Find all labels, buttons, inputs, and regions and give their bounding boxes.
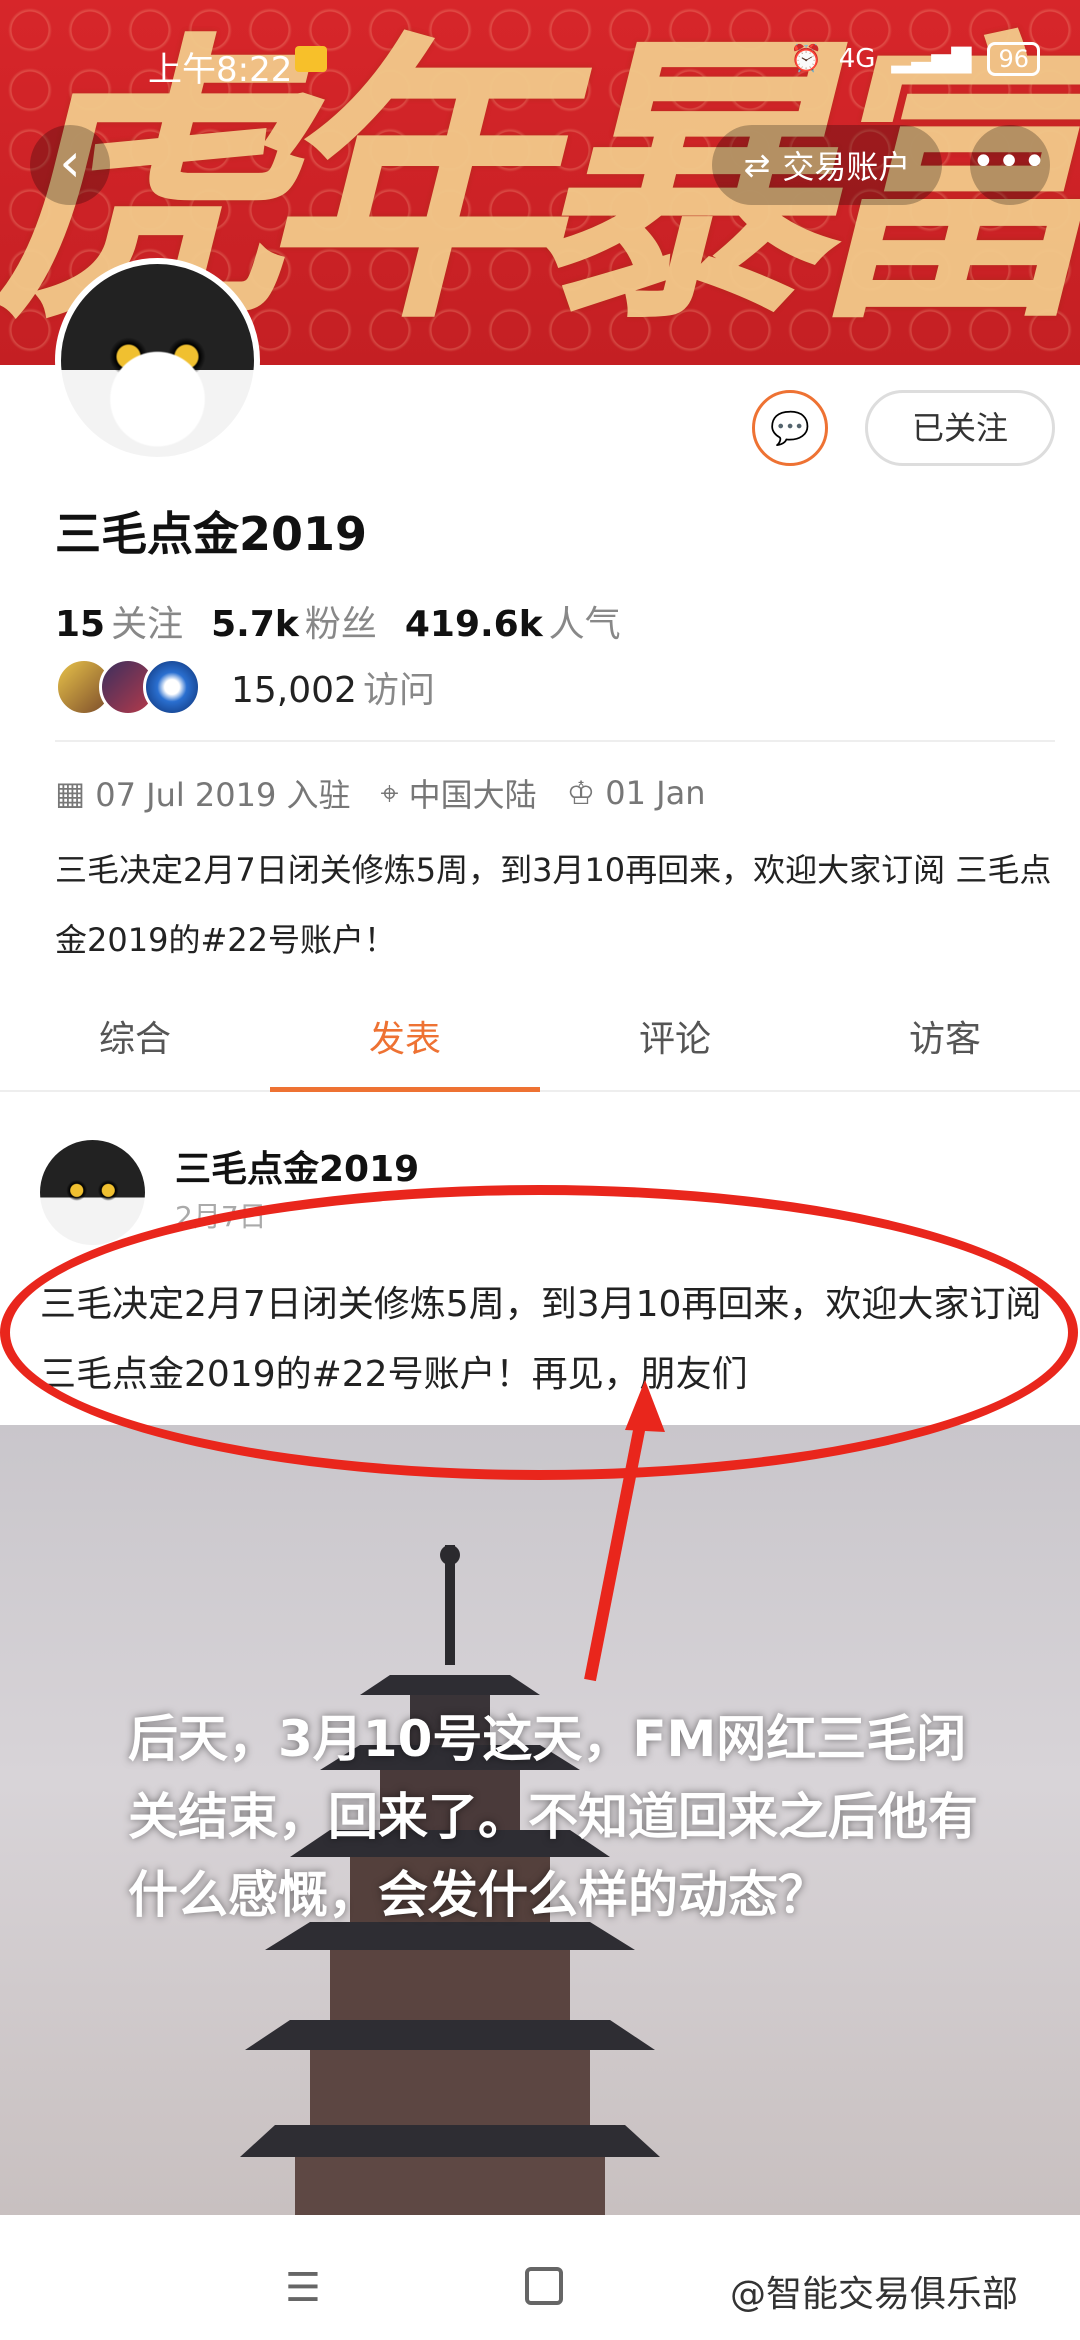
tab-visitors[interactable]: 访客 — [810, 1000, 1080, 1090]
birthday-text: 01 Jan — [605, 774, 706, 812]
popularity-count: 419.6k — [404, 604, 543, 645]
location-pin-icon: ⌖ — [380, 773, 399, 812]
cake-icon: ♔ — [566, 774, 596, 812]
popularity-stat: 419.6k 人气 — [405, 595, 621, 647]
more-dots-icon: ••• — [971, 139, 1049, 185]
trade-account-button[interactable]: ⇄ 交易账户 — [712, 125, 942, 205]
swap-icon: ⇄ — [743, 146, 771, 184]
menu-icon[interactable]: ☰ — [285, 2265, 321, 2311]
following-label: 关注 — [111, 604, 184, 645]
fans-label: 粉丝 — [304, 604, 377, 645]
following-count: 15 — [55, 604, 106, 645]
annotation-ellipse — [0, 1185, 1078, 1480]
profile-stats: 15 关注 5.7k 粉丝 419.6k 人气 — [55, 595, 621, 647]
post-author-name[interactable]: 三毛点金2019 — [175, 1140, 419, 1192]
signal-icon: ▂▃▅▇ — [891, 44, 972, 74]
birthday-info: ♔ 01 Jan — [567, 770, 706, 816]
fans-count: 5.7k — [211, 604, 299, 645]
joined-info: ▦ 07 Jul 2019 入驻 — [55, 770, 351, 816]
annotation-text: 后天，3月10号这天，FM网红三毛闭关结束，回来了。不知道回来之后他有什么感慨，… — [128, 1710, 978, 1924]
calendar-icon: ▦ — [55, 774, 86, 812]
home-icon[interactable] — [525, 2267, 563, 2305]
back-arrow-icon: ‹ — [59, 131, 81, 194]
recent-visitors[interactable]: 15,002 访问 — [55, 658, 435, 716]
follow-button[interactable]: 已关注 — [865, 390, 1055, 466]
network-label: 4G — [838, 44, 876, 74]
profile-bio: 三毛决定2月7日闭关修炼5周，到3月10再回来，欢迎大家订阅 三毛点金2019的… — [55, 851, 1052, 959]
following-stat[interactable]: 15 关注 — [55, 595, 183, 647]
chat-bubble-icon: 💬 — [770, 409, 810, 447]
profile-avatar[interactable] — [55, 258, 260, 463]
message-button[interactable]: 💬 — [752, 390, 828, 466]
divider — [55, 740, 1055, 742]
profile-tabs: 综合 发表 评论 访客 — [0, 1000, 1080, 1092]
tab-overview[interactable]: 综合 — [0, 1000, 270, 1090]
battery-icon: 96 — [987, 42, 1040, 76]
popularity-label: 人气 — [548, 604, 621, 645]
joined-date: 07 Jul 2019 入驻 — [95, 776, 351, 814]
watermark: @智能交易俱乐部 — [730, 2274, 1019, 2315]
alarm-icon: ⏰ — [790, 44, 823, 74]
profile-name: 三毛点金2019 — [55, 507, 368, 561]
status-indicators: ⏰ 4G ▂▃▅▇ 96 — [790, 42, 1040, 76]
visit-count: 15,002 — [231, 670, 357, 711]
profile-meta: ▦ 07 Jul 2019 入驻 ⌖ 中国大陆 ♔ 01 Jan — [55, 770, 705, 816]
more-options-button[interactable]: ••• — [970, 125, 1050, 205]
location-info: ⌖ 中国大陆 — [381, 770, 537, 816]
location-text: 中国大陆 — [408, 776, 537, 814]
fans-stat[interactable]: 5.7k 粉丝 — [211, 595, 377, 647]
visitor-avatar — [143, 658, 201, 716]
status-bar: 上午8:22 ⏰ 4G ▂▃▅▇ 96 — [0, 0, 1080, 120]
visit-label: 访问 — [362, 670, 435, 711]
status-time: 上午8:22 — [148, 50, 293, 90]
trade-account-label: 交易账户 — [782, 148, 911, 186]
mail-notification-icon — [295, 46, 327, 72]
tab-posts[interactable]: 发表 — [270, 1000, 540, 1092]
post-author-avatar[interactable] — [40, 1140, 145, 1245]
tab-comments[interactable]: 评论 — [540, 1000, 810, 1090]
system-nav-bar: ☰ @智能交易俱乐部 — [0, 2215, 1080, 2340]
visit-stat: 15,002 访问 — [231, 661, 435, 713]
back-button[interactable]: ‹ — [30, 125, 110, 205]
